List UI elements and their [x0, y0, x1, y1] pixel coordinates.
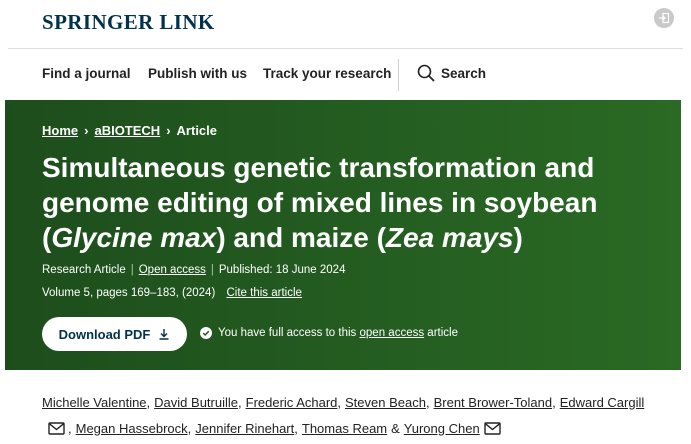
main-nav: Find a journal Publish with us Track you… [0, 49, 691, 99]
author-link[interactable]: Megan Hassebrock [76, 421, 188, 436]
author-link[interactable]: Edward Cargill [560, 395, 645, 410]
nav-track-research[interactable]: Track your research [263, 66, 391, 81]
article-title: Simultaneous genetic transformation and … [42, 150, 672, 255]
springer-link-logo[interactable]: SPRINGER LINK [42, 10, 215, 35]
login-icon[interactable] [654, 8, 674, 28]
article-hero: Home › aBIOTECH › Article Simultaneous genet… [5, 100, 681, 370]
published-date: Published: 18 June 2024 [218, 264, 346, 276]
article-meta: Research Article | Open access | Published: … [42, 264, 346, 276]
title-species-soybean: Glycine max [51, 222, 217, 253]
breadcrumb-home[interactable]: Home [42, 123, 78, 138]
article-type: Research Article [42, 264, 126, 276]
site-header: SPRINGER LINK [0, 0, 691, 46]
access-open-access-link[interactable]: open access [360, 327, 425, 339]
cite-article-link[interactable]: Cite this article [226, 287, 301, 299]
author-link[interactable]: Michelle Valentine [42, 395, 147, 410]
nav-divider [398, 59, 399, 91]
access-text-end: article [427, 327, 458, 339]
title-text: ) [513, 222, 523, 253]
author-line-2: , Megan Hassebrock, Jennifer Rinehart, T… [42, 415, 682, 441]
author-link[interactable]: Frederic Achard [246, 395, 338, 410]
volume-info: Volume 5, pages 169–183, (2024) [42, 287, 216, 299]
title-species-maize: Zea mays [385, 222, 514, 253]
chevron-right-icon: › [166, 123, 171, 138]
author-conjunction: & [391, 420, 400, 436]
search-button[interactable]: Search [441, 66, 486, 81]
author-link[interactable]: Jennifer Rinehart [195, 421, 294, 436]
author-line-1: Michelle Valentine, David Butruille, Fre… [42, 394, 645, 410]
nav-publish-with-us[interactable]: Publish with us [148, 66, 247, 81]
breadcrumb-current: Article [176, 123, 218, 138]
check-circle-icon [200, 327, 212, 339]
access-text: You have full access to this [218, 327, 357, 339]
author-list: Michelle Valentine, David Butruille, Fre… [42, 389, 682, 441]
author-link[interactable]: Yurong Chen [404, 421, 480, 436]
chevron-right-icon: › [84, 123, 89, 138]
author-link[interactable]: Brent Brower-Toland [434, 395, 553, 410]
access-notice: You have full access to this open access… [200, 327, 458, 339]
article-citation: Volume 5, pages 169–183, (2024) Cite thi… [42, 287, 302, 299]
search-icon[interactable] [417, 64, 435, 82]
mail-icon[interactable] [484, 421, 501, 435]
download-pdf-button[interactable]: Download PDF [42, 317, 187, 351]
nav-find-journal[interactable]: Find a journal [42, 66, 131, 81]
mail-icon[interactable] [48, 421, 65, 435]
author-link[interactable]: Thomas Ream [302, 421, 387, 436]
title-text: ) and maize ( [216, 222, 386, 253]
breadcrumb-journal[interactable]: aBIOTECH [94, 123, 160, 138]
download-icon [159, 329, 169, 340]
author-link[interactable]: David Butruille [154, 395, 238, 410]
open-access-link[interactable]: Open access [139, 264, 206, 276]
breadcrumb: Home › aBIOTECH › Article [42, 123, 217, 138]
download-pdf-label: Download PDF [58, 326, 151, 342]
author-link[interactable]: Steven Beach [345, 395, 426, 410]
